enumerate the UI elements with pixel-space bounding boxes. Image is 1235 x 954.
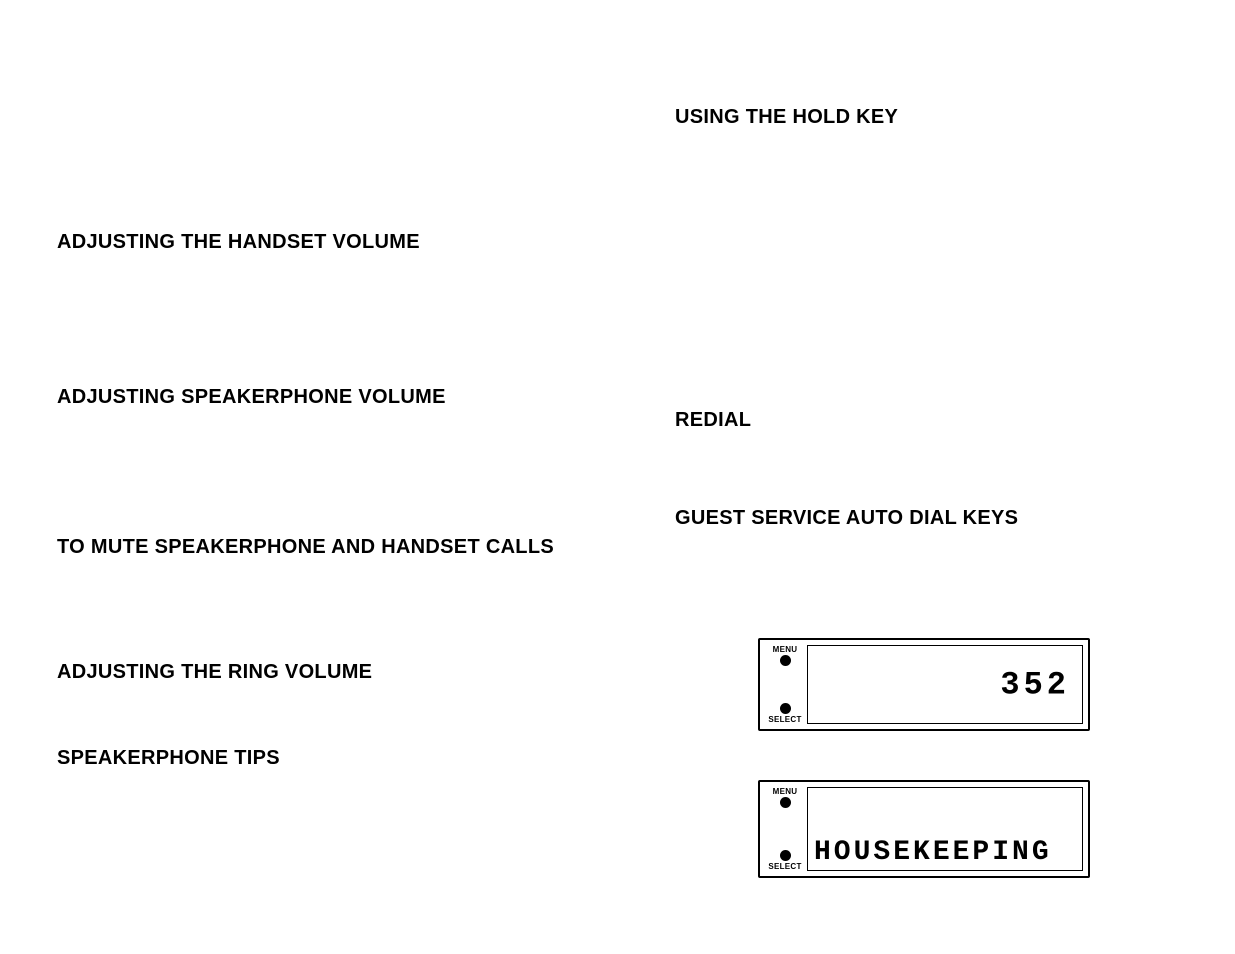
menu-dot-icon <box>780 655 791 666</box>
menu-label: MENU <box>773 645 798 654</box>
menu-label: MENU <box>773 787 798 796</box>
heading-hold-key: USING THE HOLD KEY <box>675 106 898 129</box>
heading-handset-volume: ADJUSTING THE HANDSET VOLUME <box>57 231 420 254</box>
lcd-screen-2: HOUSEKEEPING <box>807 787 1083 871</box>
heading-mute: TO MUTE SPEAKERPHONE AND HANDSET CALLS <box>57 536 554 559</box>
heading-redial: REDIAL <box>675 409 751 432</box>
heading-ring-volume: ADJUSTING THE RING VOLUME <box>57 661 372 684</box>
lcd-labels-2: MENU SELECT <box>765 787 805 871</box>
lcd-panel-1: MENU SELECT 352 <box>758 638 1090 731</box>
heading-speakerphone-tips: SPEAKERPHONE TIPS <box>57 747 280 770</box>
lcd-screen-1: 352 <box>807 645 1083 724</box>
select-dot-icon <box>780 850 791 861</box>
select-label: SELECT <box>768 862 801 871</box>
select-label: SELECT <box>768 715 801 724</box>
select-dot-icon <box>780 703 791 714</box>
menu-dot-icon <box>780 797 791 808</box>
lcd-labels-1: MENU SELECT <box>765 645 805 724</box>
lcd-panel-2: MENU SELECT HOUSEKEEPING <box>758 780 1090 878</box>
lcd-value-1: 352 <box>1000 666 1070 703</box>
heading-guest-service: GUEST SERVICE AUTO DIAL KEYS <box>675 507 1018 530</box>
heading-speakerphone-volume: ADJUSTING SPEAKERPHONE VOLUME <box>57 386 446 409</box>
lcd-value-2: HOUSEKEEPING <box>814 837 1052 868</box>
